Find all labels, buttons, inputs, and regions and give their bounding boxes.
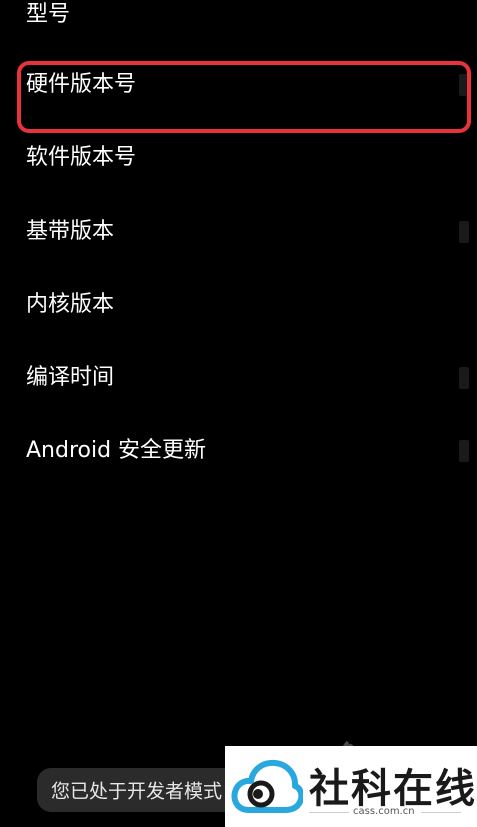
cloud-eye-icon: [231, 759, 303, 813]
settings-row-value: [459, 367, 469, 389]
settings-row-baseband-version[interactable]: 基带版本: [0, 197, 477, 267]
settings-row-label: Android 安全更新: [26, 438, 207, 463]
settings-row-build-time[interactable]: 编译时间: [0, 343, 477, 413]
settings-row-value: [459, 440, 469, 462]
settings-row-label: 软件版本号: [26, 145, 137, 170]
logo-url: cass.com.cn: [353, 806, 415, 817]
settings-row-label: 基带版本: [26, 219, 115, 244]
logo-divider: [421, 812, 461, 813]
settings-row-label: 内核版本: [26, 292, 115, 317]
logo-divider: [309, 812, 349, 813]
settings-row-security-update[interactable]: Android 安全更新: [0, 416, 477, 486]
highlight-box: [17, 61, 471, 133]
settings-row-software-version[interactable]: 软件版本号: [0, 123, 477, 193]
settings-row-model[interactable]: 型号: [0, 0, 477, 50]
settings-row-value: [459, 221, 469, 243]
toast-message: 您已处于开发者模式: [51, 780, 223, 803]
settings-row-kernel-version[interactable]: 内核版本: [0, 270, 477, 340]
settings-row-label: 编译时间: [26, 365, 115, 390]
settings-row-label: 型号: [26, 2, 71, 27]
site-logo: 社科在线 cass.com.cn: [225, 746, 477, 827]
